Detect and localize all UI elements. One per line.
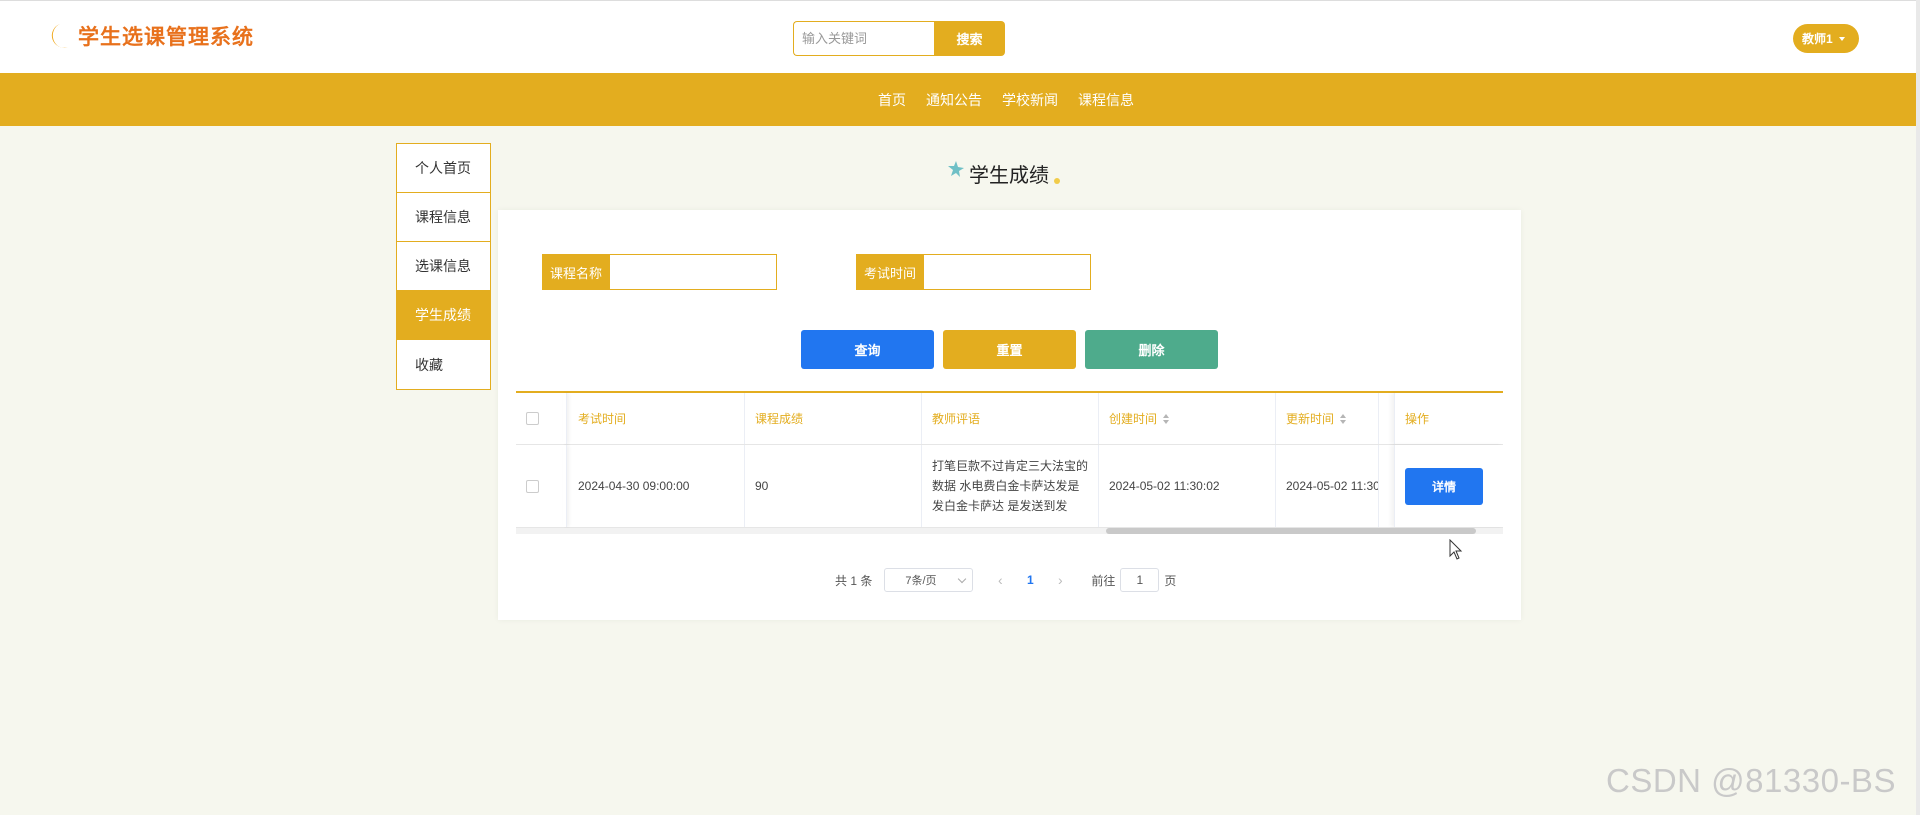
- prev-page-icon[interactable]: ‹: [985, 572, 1015, 588]
- mouse-cursor-icon: [1449, 539, 1463, 560]
- table-row: 2024-04-30 09:00:00 90 打笔巨款不过肯定三大法宝的数据 水…: [516, 445, 1503, 528]
- sidebar-item-grades[interactable]: 学生成绩: [397, 291, 490, 340]
- goto-label: 前往: [1091, 573, 1116, 588]
- header-created-label: 创建时间: [1109, 412, 1158, 426]
- pagination: 共 1 条 7条/页 ‹ 1 › 前往 页: [835, 568, 1176, 592]
- course-name-input[interactable]: [610, 254, 777, 290]
- page-title-text: 学生成绩: [969, 165, 1049, 187]
- exam-time-filter: 考试时间: [856, 254, 1091, 290]
- cell-score: 90: [745, 445, 922, 527]
- header-updated-label: 更新时间: [1286, 412, 1335, 426]
- reset-button[interactable]: 重置: [943, 330, 1076, 369]
- exam-time-input[interactable]: [924, 254, 1091, 290]
- scrollbar-thumb[interactable]: [1106, 528, 1476, 534]
- nav-item-news[interactable]: 学校新闻: [1002, 90, 1058, 110]
- app-title: 学生选课管理系统: [78, 26, 254, 49]
- user-name: 教师1: [1802, 32, 1833, 46]
- row-checkbox[interactable]: [526, 479, 539, 493]
- header-actions: 操作: [1394, 393, 1503, 444]
- search-input[interactable]: [793, 21, 934, 56]
- page-title: 学生成绩: [947, 159, 1061, 188]
- logo[interactable]: 学生选课管理系统: [44, 21, 254, 51]
- delete-button[interactable]: 删除: [1085, 330, 1218, 369]
- sidebar-item-courses[interactable]: 课程信息: [397, 193, 490, 242]
- pagination-total: 共 1 条: [835, 573, 873, 588]
- exam-time-label: 考试时间: [856, 254, 924, 290]
- course-name-label: 课程名称: [542, 254, 610, 290]
- page-jumper: 前往 页: [1091, 568, 1176, 592]
- header-exam-time: 考试时间: [568, 393, 745, 444]
- sidebar-item-selections[interactable]: 选课信息: [397, 242, 490, 291]
- page-size-value: 7条/页: [905, 575, 937, 587]
- sparkle-icon: [1054, 177, 1060, 184]
- select-all-cell: [516, 393, 568, 444]
- detail-button[interactable]: 详情: [1405, 467, 1483, 505]
- header: 学生选课管理系统 搜索 教师1: [0, 0, 1920, 73]
- caret-down-icon: [1838, 36, 1845, 41]
- header-score: 课程成绩: [745, 393, 922, 444]
- cell-created: 2024-05-02 11:30:02: [1099, 445, 1276, 527]
- grades-table: 考试时间 课程成绩 教师评语 创建时间 更新时间 操作 2024-04-30 0…: [516, 391, 1503, 536]
- select-all-checkbox[interactable]: [526, 412, 539, 425]
- page-size-select[interactable]: 7条/页: [884, 568, 974, 592]
- star-icon: [948, 160, 964, 177]
- cell-comment-text: 打笔巨款不过肯定三大法宝的数据 水电费白金卡萨达发是发白金卡萨达 是发送到发: [932, 459, 1089, 513]
- sidebar: 个人首页 课程信息 选课信息 学生成绩 收藏: [396, 143, 491, 390]
- horizontal-scrollbar[interactable]: [516, 528, 1503, 534]
- moon-icon: [51, 24, 68, 48]
- course-name-filter: 课程名称: [542, 254, 777, 290]
- table-header: 考试时间 课程成绩 教师评语 创建时间 更新时间 操作: [516, 391, 1503, 445]
- header-created[interactable]: 创建时间: [1099, 393, 1276, 444]
- goto-suffix: 页: [1164, 573, 1177, 588]
- cell-exam-time: 2024-04-30 09:00:00: [568, 445, 745, 527]
- sidebar-item-favorites[interactable]: 收藏: [397, 340, 490, 389]
- grades-panel: 课程名称 考试时间 查询 重置 删除 考试时间 课程成绩 教师评语 创建时间 更…: [498, 210, 1521, 620]
- window-edge: [1916, 0, 1920, 815]
- header-updated[interactable]: 更新时间: [1276, 393, 1379, 444]
- goto-page-input[interactable]: [1120, 568, 1160, 592]
- chevron-down-icon: [958, 574, 967, 583]
- nav-item-home[interactable]: 首页: [878, 90, 906, 110]
- header-comment: 教师评语: [922, 393, 1099, 444]
- nav-item-courses[interactable]: 课程信息: [1078, 90, 1134, 110]
- sidebar-item-profile[interactable]: 个人首页: [397, 144, 490, 193]
- user-menu-button[interactable]: 教师1: [1793, 24, 1859, 53]
- search-bar: 搜索: [793, 21, 1005, 56]
- search-button[interactable]: 搜索: [934, 21, 1005, 56]
- next-page-icon[interactable]: ›: [1045, 572, 1075, 588]
- query-button[interactable]: 查询: [801, 330, 934, 369]
- fixed-column-edge: [563, 393, 567, 444]
- sort-icon[interactable]: [1163, 413, 1170, 424]
- cell-comment: 打笔巨款不过肯定三大法宝的数据 水电费白金卡萨达发是发白金卡萨达 是发送到发: [922, 445, 1099, 527]
- row-select-cell: [516, 445, 568, 527]
- nav-item-notices[interactable]: 通知公告: [926, 90, 982, 110]
- fixed-column-edge: [563, 445, 567, 527]
- main-nav: 首页 通知公告 学校新闻 课程信息: [0, 73, 1920, 126]
- cell-actions: 详情: [1394, 445, 1503, 527]
- cell-updated: 2024-05-02 11:30:02: [1276, 445, 1379, 527]
- sort-icon[interactable]: [1340, 413, 1347, 424]
- page-number-current[interactable]: 1: [1015, 573, 1045, 587]
- watermark: CSDN @81330-BS: [1606, 762, 1896, 799]
